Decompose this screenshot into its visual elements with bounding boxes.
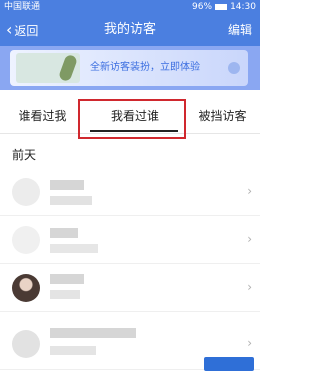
tab-underline — [90, 130, 178, 132]
tab-bar: 谁看过我 我看过谁 被挡访客 — [0, 98, 260, 134]
chevron-right-icon: › — [247, 232, 252, 246]
promo-banner: 全新访客装扮，立即体验 — [0, 46, 260, 90]
blurred-name — [50, 328, 136, 338]
banner-dot — [228, 62, 240, 74]
blurred-detail — [50, 346, 96, 355]
carrier-label: 中国联通 — [4, 2, 41, 12]
tab-who-viewed-me[interactable]: 谁看过我 — [0, 98, 85, 134]
page-title: 我的访客 — [103, 22, 156, 37]
battery-percent: 96% — [192, 2, 213, 12]
tab-who-i-viewed[interactable]: 我看过谁 — [85, 98, 185, 134]
blurred-detail — [50, 244, 98, 253]
blurred-name — [50, 180, 84, 190]
watermark-logo — [204, 357, 254, 371]
list-item[interactable]: › — [0, 216, 260, 264]
status-right: 96% 14:30 — [192, 0, 256, 14]
avatar — [12, 178, 40, 206]
chevron-right-icon: › — [247, 336, 252, 350]
section-header: 前天 — [12, 148, 37, 162]
avatar — [12, 274, 40, 302]
status-bar: 中国联通 96% 14:30 — [0, 0, 260, 14]
list-item[interactable]: › — [0, 264, 260, 312]
blurred-name — [50, 274, 84, 284]
tab-blocked-visitors[interactable]: 被挡访客 — [185, 98, 260, 134]
avatar — [12, 330, 40, 358]
chevron-right-icon: › — [247, 184, 252, 198]
edit-button[interactable]: 编辑 — [228, 14, 252, 46]
list-item[interactable]: › — [0, 168, 260, 216]
chevron-right-icon: › — [247, 280, 252, 294]
battery-fill — [216, 5, 226, 9]
banner-card[interactable]: 全新访客装扮，立即体验 — [10, 50, 248, 86]
battery-icon — [215, 4, 228, 10]
avatar — [12, 226, 40, 254]
blurred-name — [50, 228, 78, 238]
clock: 14:30 — [230, 2, 256, 12]
banner-image — [16, 53, 80, 83]
blurred-detail — [50, 290, 80, 299]
banner-text: 全新访客装扮，立即体验 — [90, 62, 200, 73]
blurred-detail — [50, 196, 92, 205]
back-label: 返回 — [14, 23, 39, 38]
back-button[interactable]: ‹ 返回 — [6, 14, 38, 46]
banner-leaf — [57, 53, 79, 83]
chevron-left-icon: ‹ — [6, 20, 13, 39]
nav-bar: ‹ 返回 我的访客 编辑 — [0, 14, 260, 46]
